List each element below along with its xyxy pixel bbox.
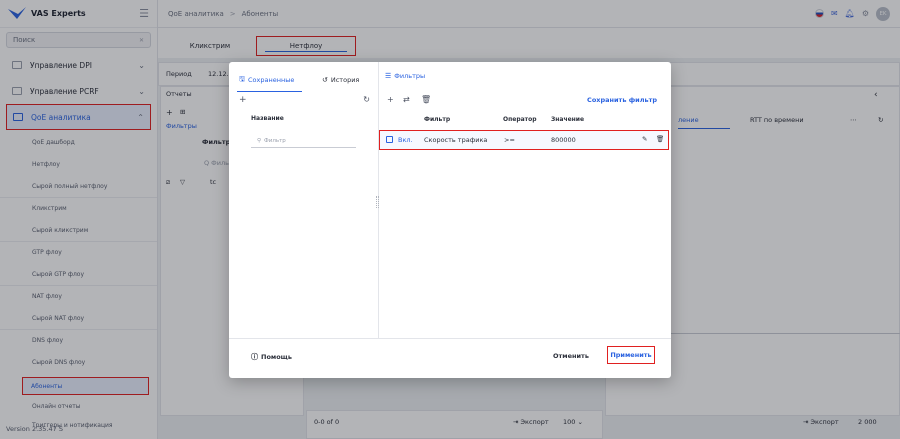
tab-history[interactable]: ↺ История [322, 72, 359, 88]
table-header: Фильтр Оператор Значение [379, 114, 671, 128]
history-icon: ↺ [322, 76, 328, 84]
add-filter-icon[interactable]: + [387, 95, 394, 104]
filter-name: Скорость трафика [424, 136, 488, 144]
help-icon: ⓘ [251, 353, 258, 361]
search-icon: ⚲ [257, 137, 262, 144]
tab-saved[interactable]: 🖫︎ Сохраненные [236, 72, 303, 92]
save-icon: 🖫︎ [239, 74, 245, 83]
tab-label: История [330, 76, 360, 84]
filters-dialog: 🖫︎ Сохраненные ↺ История + ↻ Название ⚲ … [229, 62, 671, 378]
filters-title: ☰ Фильтры [385, 72, 425, 80]
help-label: Помощь [261, 353, 292, 361]
tab-label: Сохраненные [247, 76, 295, 84]
save-filter-button[interactable]: Сохранить фильтр [587, 96, 657, 104]
help-button[interactable]: ⓘ Помощь [251, 352, 292, 362]
saved-filters-panel: 🖫︎ Сохраненные ↺ История + ↻ Название ⚲ … [229, 62, 379, 338]
apply-button[interactable]: Применить [607, 346, 655, 364]
filters-title-label: Фильтры [394, 72, 426, 80]
delete-icon[interactable]: 🗑︎ [421, 95, 431, 104]
swap-icon[interactable]: ⇄ [403, 95, 410, 104]
add-icon[interactable]: + [239, 95, 247, 105]
filters-panel: ☰ Фильтры + ⇄ 🗑︎ Сохранить фильтр Фильтр… [379, 62, 671, 338]
dialog-footer: ⓘ Помощь Отменить Применить [229, 338, 671, 378]
operator-value: >= [504, 136, 515, 144]
checkbox[interactable] [386, 136, 393, 143]
value-cell: 800000 [551, 136, 576, 144]
list-icon: ☰ [385, 72, 392, 80]
delete-icon[interactable]: 🗑︎ [656, 135, 664, 143]
enabled-label[interactable]: Вкл. [398, 136, 413, 144]
column-operator: Оператор [503, 116, 537, 123]
table-row[interactable]: Вкл. Скорость трафика >= 800000 ✎ 🗑︎ [379, 130, 669, 150]
edit-icon[interactable]: ✎ [642, 135, 647, 143]
name-filter-input[interactable]: ⚲ Фильтр [251, 134, 356, 148]
name-filter-placeholder: Фильтр [264, 137, 286, 144]
column-filter: Фильтр [424, 116, 451, 123]
column-value: Значение [551, 116, 585, 123]
cancel-button[interactable]: Отменить [553, 352, 589, 360]
refresh-icon[interactable]: ↻ [363, 95, 370, 104]
name-column-header: Название [251, 115, 284, 122]
